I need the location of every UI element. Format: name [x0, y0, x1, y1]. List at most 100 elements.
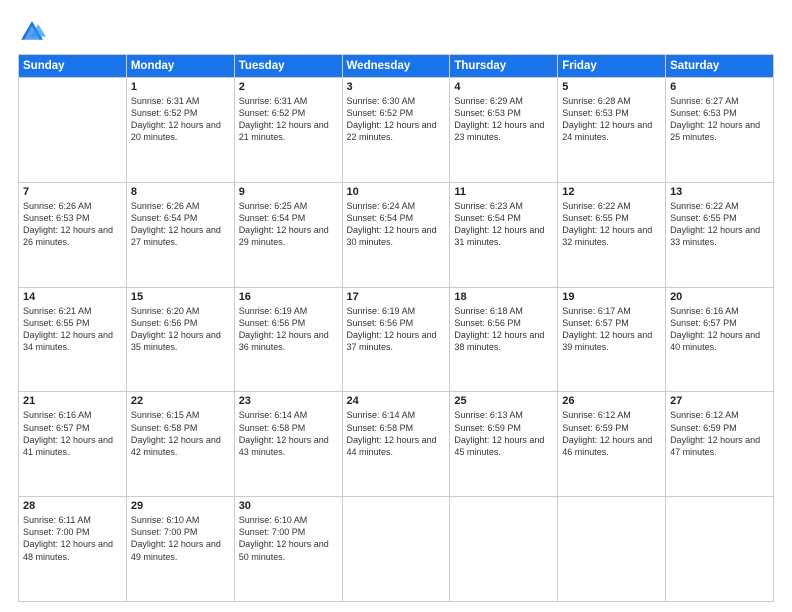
day-number: 10: [347, 186, 446, 198]
cell-info: Sunrise: 6:10 AMSunset: 7:00 PMDaylight:…: [131, 514, 230, 563]
cell-info: Sunrise: 6:12 AMSunset: 6:59 PMDaylight:…: [562, 409, 661, 458]
calendar-cell: 5 Sunrise: 6:28 AMSunset: 6:53 PMDaylight…: [558, 78, 666, 183]
cell-info: Sunrise: 6:10 AMSunset: 7:00 PMDaylight:…: [239, 514, 338, 563]
day-number: 24: [347, 395, 446, 407]
cell-info: Sunrise: 6:23 AMSunset: 6:54 PMDaylight:…: [454, 200, 553, 249]
page: SundayMondayTuesdayWednesdayThursdayFrid…: [0, 0, 792, 612]
day-number: 20: [670, 291, 769, 303]
day-number: 15: [131, 291, 230, 303]
col-header-wednesday: Wednesday: [342, 55, 450, 78]
calendar-cell: 15 Sunrise: 6:20 AMSunset: 6:56 PMDayligh…: [126, 287, 234, 392]
day-number: 6: [670, 81, 769, 93]
week-row-3: 14Sunrise: 6:21 AMSunset: 6:55 PMDayligh…: [19, 287, 774, 392]
cell-info: Sunrise: 6:31 AMSunset: 6:52 PMDaylight:…: [239, 95, 338, 144]
day-number: 28: [23, 500, 122, 512]
day-number: 17: [347, 291, 446, 303]
calendar-cell: 19 Sunrise: 6:17 AMSunset: 6:57 PMDayligh…: [558, 287, 666, 392]
day-number: 5: [562, 81, 661, 93]
cell-info: Sunrise: 6:19 AMSunset: 6:56 PMDaylight:…: [239, 305, 338, 354]
calendar-cell: 23Sunrise: 6:14 AMSunset: 6:58 PMDayligh…: [234, 392, 342, 497]
calendar-cell: 3 Sunrise: 6:30 AMSunset: 6:52 PMDaylight…: [342, 78, 450, 183]
cell-info: Sunrise: 6:22 AMSunset: 6:55 PMDaylight:…: [562, 200, 661, 249]
calendar-cell: 27 Sunrise: 6:12 AMSunset: 6:59 PMDayligh…: [666, 392, 774, 497]
cell-info: Sunrise: 6:13 AMSunset: 6:59 PMDaylight:…: [454, 409, 553, 458]
calendar-cell: 21Sunrise: 6:16 AMSunset: 6:57 PMDayligh…: [19, 392, 127, 497]
day-number: 7: [23, 186, 122, 198]
logo: [18, 18, 50, 46]
cell-info: Sunrise: 6:17 AMSunset: 6:57 PMDaylight:…: [562, 305, 661, 354]
calendar-cell: 28 Sunrise: 6:11 AMSunset: 7:00 PMDayligh…: [19, 497, 127, 602]
calendar-cell: 16 Sunrise: 6:19 AMSunset: 6:56 PMDayligh…: [234, 287, 342, 392]
cell-info: Sunrise: 6:26 AMSunset: 6:54 PMDaylight:…: [131, 200, 230, 249]
calendar-cell: 17 Sunrise: 6:19 AMSunset: 6:56 PMDayligh…: [342, 287, 450, 392]
calendar-cell: 13 Sunrise: 6:22 AMSunset: 6:55 PMDayligh…: [666, 182, 774, 287]
day-number: 22: [131, 395, 230, 407]
cell-info: Sunrise: 6:15 AMSunset: 6:58 PMDaylight:…: [131, 409, 230, 458]
day-number: 19: [562, 291, 661, 303]
day-number: 8: [131, 186, 230, 198]
day-number: 9: [239, 186, 338, 198]
cell-info: Sunrise: 6:11 AMSunset: 7:00 PMDaylight:…: [23, 514, 122, 563]
cell-info: Sunrise: 6:19 AMSunset: 6:56 PMDaylight:…: [347, 305, 446, 354]
day-number: 12: [562, 186, 661, 198]
cell-info: Sunrise: 6:30 AMSunset: 6:52 PMDaylight:…: [347, 95, 446, 144]
cell-info: Sunrise: 6:29 AMSunset: 6:53 PMDaylight:…: [454, 95, 553, 144]
day-number: 29: [131, 500, 230, 512]
calendar-cell: 7Sunrise: 6:26 AMSunset: 6:53 PMDaylight…: [19, 182, 127, 287]
day-number: 18: [454, 291, 553, 303]
cell-info: Sunrise: 6:12 AMSunset: 6:59 PMDaylight:…: [670, 409, 769, 458]
day-number: 27: [670, 395, 769, 407]
calendar-cell: 6 Sunrise: 6:27 AMSunset: 6:53 PMDaylight…: [666, 78, 774, 183]
day-number: 13: [670, 186, 769, 198]
col-header-thursday: Thursday: [450, 55, 558, 78]
col-header-saturday: Saturday: [666, 55, 774, 78]
week-row-1: 1 Sunrise: 6:31 AMSunset: 6:52 PMDaylight…: [19, 78, 774, 183]
logo-icon: [18, 18, 46, 46]
calendar-cell: 14Sunrise: 6:21 AMSunset: 6:55 PMDayligh…: [19, 287, 127, 392]
cell-info: Sunrise: 6:14 AMSunset: 6:58 PMDaylight:…: [239, 409, 338, 458]
col-header-monday: Monday: [126, 55, 234, 78]
col-header-sunday: Sunday: [19, 55, 127, 78]
col-header-friday: Friday: [558, 55, 666, 78]
cell-info: Sunrise: 6:16 AMSunset: 6:57 PMDaylight:…: [670, 305, 769, 354]
day-number: 4: [454, 81, 553, 93]
calendar-cell: [666, 497, 774, 602]
calendar-cell: 26 Sunrise: 6:12 AMSunset: 6:59 PMDayligh…: [558, 392, 666, 497]
cell-info: Sunrise: 6:18 AMSunset: 6:56 PMDaylight:…: [454, 305, 553, 354]
cell-info: Sunrise: 6:24 AMSunset: 6:54 PMDaylight:…: [347, 200, 446, 249]
calendar-cell: [558, 497, 666, 602]
col-header-tuesday: Tuesday: [234, 55, 342, 78]
cell-info: Sunrise: 6:31 AMSunset: 6:52 PMDaylight:…: [131, 95, 230, 144]
calendar-table: SundayMondayTuesdayWednesdayThursdayFrid…: [18, 54, 774, 602]
day-number: 11: [454, 186, 553, 198]
calendar-cell: 4 Sunrise: 6:29 AMSunset: 6:53 PMDaylight…: [450, 78, 558, 183]
calendar-cell: 10 Sunrise: 6:24 AMSunset: 6:54 PMDayligh…: [342, 182, 450, 287]
calendar-cell: [342, 497, 450, 602]
header-row: SundayMondayTuesdayWednesdayThursdayFrid…: [19, 55, 774, 78]
day-number: 25: [454, 395, 553, 407]
cell-info: Sunrise: 6:27 AMSunset: 6:53 PMDaylight:…: [670, 95, 769, 144]
cell-info: Sunrise: 6:21 AMSunset: 6:55 PMDaylight:…: [23, 305, 122, 354]
cell-info: Sunrise: 6:22 AMSunset: 6:55 PMDaylight:…: [670, 200, 769, 249]
calendar-cell: 30 Sunrise: 6:10 AMSunset: 7:00 PMDayligh…: [234, 497, 342, 602]
cell-info: Sunrise: 6:20 AMSunset: 6:56 PMDaylight:…: [131, 305, 230, 354]
calendar-cell: 24 Sunrise: 6:14 AMSunset: 6:58 PMDayligh…: [342, 392, 450, 497]
week-row-5: 28 Sunrise: 6:11 AMSunset: 7:00 PMDayligh…: [19, 497, 774, 602]
day-number: 3: [347, 81, 446, 93]
calendar-cell: 12 Sunrise: 6:22 AMSunset: 6:55 PMDayligh…: [558, 182, 666, 287]
calendar-cell: 20 Sunrise: 6:16 AMSunset: 6:57 PMDayligh…: [666, 287, 774, 392]
calendar-cell: [450, 497, 558, 602]
day-number: 16: [239, 291, 338, 303]
day-number: 30: [239, 500, 338, 512]
day-number: 21: [23, 395, 122, 407]
cell-info: Sunrise: 6:14 AMSunset: 6:58 PMDaylight:…: [347, 409, 446, 458]
calendar-cell: 11 Sunrise: 6:23 AMSunset: 6:54 PMDayligh…: [450, 182, 558, 287]
cell-info: Sunrise: 6:28 AMSunset: 6:53 PMDaylight:…: [562, 95, 661, 144]
calendar-cell: 18 Sunrise: 6:18 AMSunset: 6:56 PMDayligh…: [450, 287, 558, 392]
day-number: 26: [562, 395, 661, 407]
day-number: 1: [131, 81, 230, 93]
calendar-cell: 9Sunrise: 6:25 AMSunset: 6:54 PMDaylight…: [234, 182, 342, 287]
calendar-cell: [19, 78, 127, 183]
week-row-4: 21Sunrise: 6:16 AMSunset: 6:57 PMDayligh…: [19, 392, 774, 497]
calendar-cell: 25 Sunrise: 6:13 AMSunset: 6:59 PMDayligh…: [450, 392, 558, 497]
